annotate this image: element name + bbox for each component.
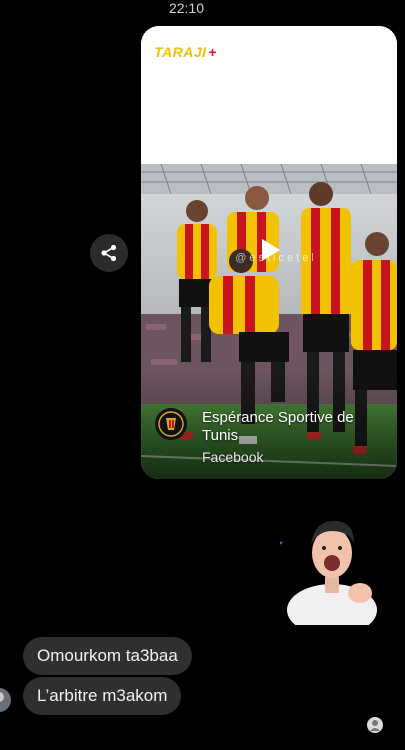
sender-avatar[interactable] — [0, 687, 12, 713]
brand-plus: + — [208, 44, 218, 60]
read-receipt-avatar — [367, 717, 383, 733]
taraji-brand-logo: TARAJI + — [154, 44, 217, 60]
brand-text: TARAJI — [154, 44, 207, 60]
shared-video-card[interactable]: TARAJI + @esticetel Espérance Sportive d… — [141, 26, 397, 479]
share-icon — [101, 244, 117, 262]
est-club-logo — [155, 408, 187, 440]
video-watermark: @esticetel — [235, 252, 317, 264]
card-header-area: TARAJI + — [141, 26, 397, 164]
message-bubble[interactable]: L’arbitre m3akom — [23, 677, 182, 715]
page-name: Espérance Sportive de Tunis — [202, 409, 354, 444]
message-bubble[interactable]: Omourkom ta3baa — [23, 637, 192, 675]
share-button[interactable] — [90, 234, 128, 272]
platform-label: Facebook — [202, 449, 264, 465]
post-source[interactable]: Espérance Sportive de Tunis Facebook — [155, 406, 391, 476]
avatar-sticker[interactable] — [280, 515, 385, 625]
status-time: 22:10 — [168, 0, 205, 16]
